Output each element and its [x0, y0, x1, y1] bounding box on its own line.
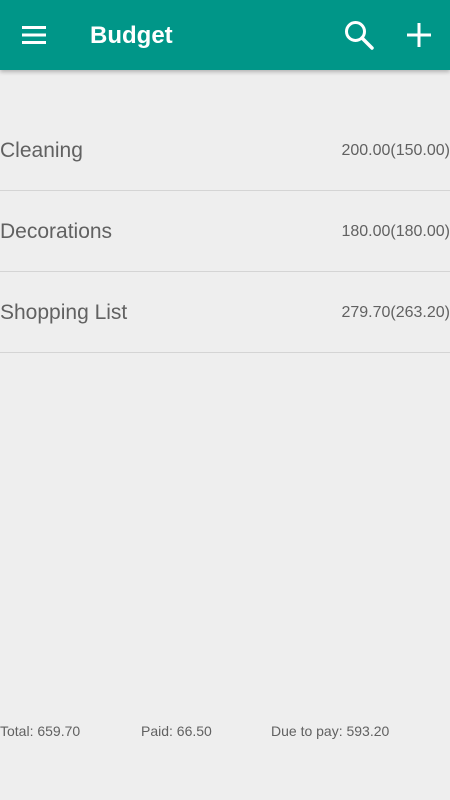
budget-screen: Budget Cleaning 200.00(150.00) Decoratio… — [0, 0, 450, 800]
app-bar: Budget — [0, 0, 450, 70]
page-title: Budget — [90, 22, 173, 49]
item-amount: 200.00(150.00) — [341, 142, 450, 159]
plus-icon — [407, 23, 431, 47]
search-icon — [345, 21, 374, 50]
menu-button[interactable] — [12, 12, 58, 58]
due-label: Due to pay: 593.20 — [271, 723, 390, 739]
item-amount: 180.00(180.00) — [341, 223, 450, 240]
total-label: Total: 659.70 — [0, 723, 81, 739]
list-item[interactable]: Decorations 180.00(180.00) — [0, 191, 450, 272]
item-name: Decorations — [0, 220, 113, 243]
list-item[interactable]: Cleaning 200.00(150.00) — [0, 110, 450, 191]
summary-footer: Total: 659.70 Paid: 66.50 Due to pay: 59… — [0, 720, 450, 742]
add-button[interactable] — [396, 12, 442, 58]
item-amount: 279.70(263.20) — [341, 304, 450, 321]
budget-list: Cleaning 200.00(150.00) Decorations 180.… — [0, 110, 450, 353]
item-name: Shopping List — [0, 301, 128, 324]
hamburger-menu-icon — [22, 26, 46, 44]
paid-label: Paid: 66.50 — [141, 723, 212, 739]
search-button[interactable] — [336, 12, 382, 58]
list-item[interactable]: Shopping List 279.70(263.20) — [0, 272, 450, 353]
item-name: Cleaning — [0, 139, 83, 162]
